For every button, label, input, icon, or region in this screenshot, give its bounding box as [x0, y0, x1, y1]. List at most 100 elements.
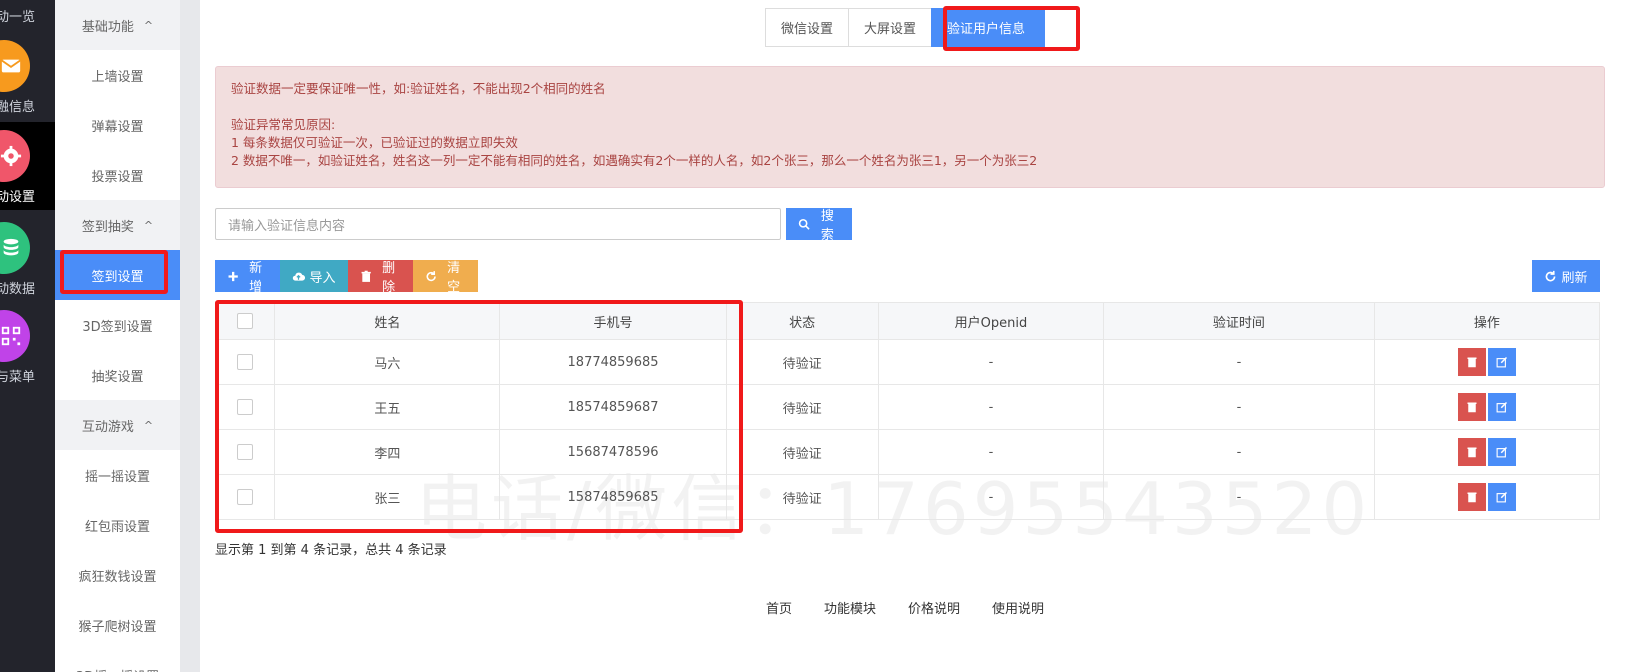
toolbar: 新增 导入 删除 清空: [215, 260, 478, 295]
rail-label: 与菜单: [0, 370, 36, 385]
table-row: 张三 15874859685 待验证 - -: [214, 474, 1601, 520]
table-row: 马六 18774859685 待验证 - -: [214, 339, 1601, 385]
menu-item-vote[interactable]: 投票设置: [55, 150, 180, 200]
menu-item-3d-shake[interactable]: 3D摇一摇设置: [55, 650, 180, 672]
footer-link-pricing[interactable]: 价格说明: [908, 598, 960, 617]
alert-heading: 验证异常常见原因:: [231, 117, 336, 132]
cell-time: -: [1103, 384, 1375, 430]
menu-item-monkey[interactable]: 猴子爬树设置: [55, 600, 180, 650]
database-icon: [0, 222, 30, 274]
import-button[interactable]: 导入: [280, 260, 348, 292]
row-edit-button[interactable]: [1487, 348, 1516, 376]
chevron-up-icon: ^: [143, 418, 154, 432]
refresh-icon: [1546, 270, 1556, 281]
rail-item-data[interactable]: 动数据: [0, 214, 55, 300]
rail-item-overview[interactable]: 动一览: [0, 0, 55, 30]
cell-openid: -: [877, 339, 1105, 385]
column-header-openid: 用户Openid: [877, 302, 1105, 340]
search-icon: [798, 218, 810, 230]
import-button-label: 导入: [309, 270, 336, 286]
refresh-button-label: 刷新: [1561, 270, 1588, 286]
menu-group-games[interactable]: 互动游戏 ^: [55, 400, 180, 450]
menu-item-3d-checkin[interactable]: 3D签到设置: [55, 300, 180, 350]
row-checkbox[interactable]: [237, 489, 254, 505]
row-checkbox[interactable]: [237, 444, 254, 460]
cell-name: 张三: [274, 474, 501, 520]
cell-openid: -: [877, 384, 1105, 430]
row-select-cell: [214, 339, 276, 385]
row-delete-button[interactable]: [1457, 393, 1486, 421]
row-edit-button[interactable]: [1487, 483, 1516, 511]
row-delete-button[interactable]: [1457, 348, 1486, 376]
cell-status: 待验证: [725, 474, 879, 520]
verify-user-table: 姓名 手机号 状态 用户Openid 验证时间 操作 马六 1877485968…: [214, 302, 1601, 520]
cell-phone: 18574859687: [499, 384, 727, 430]
cell-time: -: [1103, 429, 1375, 475]
trash-icon: [1467, 402, 1477, 413]
edit-icon: [1496, 491, 1507, 503]
trash-icon: [1467, 447, 1477, 458]
main-panel: 电话/微信：17695543520 微信设置 大屏设置 验证用户信息 验证数据一…: [200, 0, 1635, 672]
row-delete-button[interactable]: [1457, 438, 1486, 466]
menu-group-basic[interactable]: 基础功能 ^: [55, 0, 180, 50]
column-header-time: 验证时间: [1103, 302, 1375, 340]
clear-button[interactable]: 清空: [413, 260, 478, 295]
add-button[interactable]: 新增: [215, 260, 280, 295]
cell-time: -: [1103, 474, 1375, 520]
alert-line: 2 数据不唯一，如验证姓名，姓名这一列一定不能有相同的姓名，如遇确实有2个一样的…: [231, 153, 1038, 168]
cell-phone: 18774859685: [499, 339, 727, 385]
table-row: 王五 18574859687 待验证 - -: [214, 384, 1601, 430]
notice-alert: 验证数据一定要保证唯一性，如:验证姓名，不能出现2个相同的姓名 验证异常常见原因…: [215, 66, 1605, 188]
chevron-up-icon: ^: [143, 218, 154, 232]
tab-screen-settings[interactable]: 大屏设置: [848, 8, 933, 47]
menu-item-redpacket[interactable]: 红包雨设置: [55, 500, 180, 550]
cell-actions: [1373, 474, 1601, 520]
menu-item-lottery[interactable]: 抽奖设置: [55, 350, 180, 400]
cell-phone: 15874859685: [499, 474, 727, 520]
footer-links: 首页 功能模块 价格说明 使用说明: [766, 598, 1076, 617]
column-header-status: 状态: [725, 302, 879, 340]
delete-button-label: 删除: [382, 261, 396, 295]
rail-item-menu[interactable]: 与菜单: [0, 304, 55, 390]
refresh-button[interactable]: 刷新: [1532, 260, 1600, 292]
cell-actions: [1373, 339, 1601, 385]
row-checkbox[interactable]: [237, 354, 254, 370]
cell-status: 待验证: [725, 429, 879, 475]
row-edit-button[interactable]: [1487, 393, 1516, 421]
tab-wechat-settings[interactable]: 微信设置: [765, 8, 850, 47]
menu-group-label: 互动游戏: [81, 419, 134, 435]
search-input[interactable]: 请输入验证信息内容: [215, 208, 781, 240]
cell-status: 待验证: [725, 339, 879, 385]
row-checkbox[interactable]: [237, 399, 254, 415]
rail-label: 动数据: [0, 282, 36, 297]
cell-name: 李四: [274, 429, 501, 475]
menu-group-label: 签到抽奖: [81, 219, 134, 235]
row-edit-button[interactable]: [1487, 438, 1516, 466]
search-bar: 请输入验证信息内容 搜索: [215, 208, 852, 243]
rail-item-settings[interactable]: 动设置: [0, 122, 55, 210]
footer-link-guide[interactable]: 使用说明: [992, 598, 1044, 617]
menu-item-checkin-settings[interactable]: 签到设置: [55, 250, 180, 300]
row-delete-button[interactable]: [1457, 483, 1486, 511]
gutter: [180, 0, 200, 672]
footer-link-home[interactable]: 首页: [766, 598, 792, 617]
trash-icon: [361, 270, 371, 282]
search-button[interactable]: 搜索: [786, 208, 852, 243]
secondary-menu: 基础功能 ^ 上墙设置 弹幕设置 投票设置 签到抽奖 ^ 签到设置 3D签到设置 抽…: [55, 0, 180, 672]
cell-time: -: [1103, 339, 1375, 385]
rail-label: 动一览: [0, 10, 36, 25]
tab-verify-user-info[interactable]: 验证用户信息: [931, 8, 1046, 47]
menu-item-shake[interactable]: 摇一摇设置: [55, 450, 180, 500]
delete-button[interactable]: 删除: [348, 260, 413, 295]
menu-group-checkin[interactable]: 签到抽奖 ^: [55, 200, 180, 250]
menu-item-wall[interactable]: 上墙设置: [55, 50, 180, 100]
menu-item-danmaku[interactable]: 弹幕设置: [55, 100, 180, 150]
alert-line: 1 每条数据仅可验证一次，已验证过的数据立即失效: [231, 135, 518, 150]
add-button-label: 新增: [249, 261, 263, 295]
rail-item-info[interactable]: 融信息: [0, 32, 55, 118]
cell-name: 马六: [274, 339, 501, 385]
select-all-checkbox[interactable]: [237, 313, 254, 329]
menu-item-money[interactable]: 疯狂数钱设置: [55, 550, 180, 600]
footer-link-features[interactable]: 功能模块: [824, 598, 876, 617]
cell-name: 王五: [274, 384, 501, 430]
